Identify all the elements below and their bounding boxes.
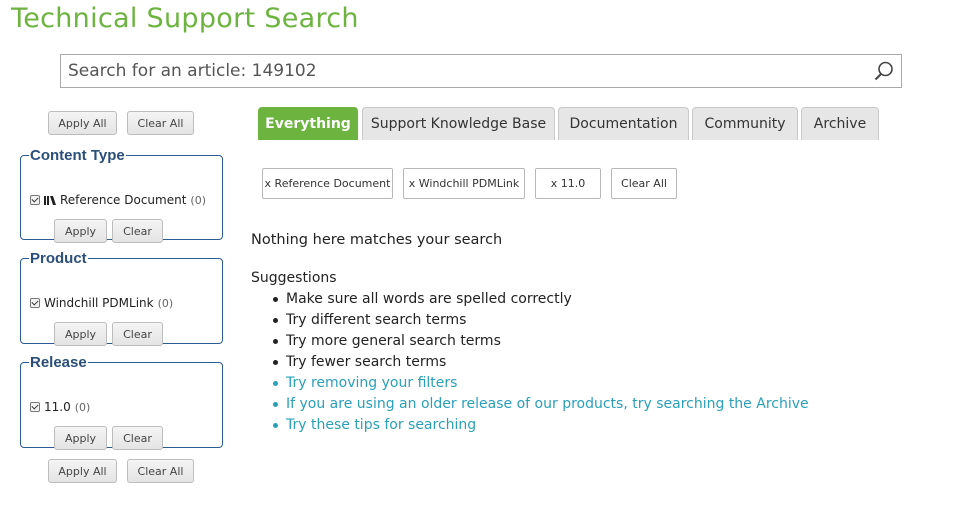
facet-content-type: Content Type Reference Document (0) Appl…	[20, 147, 223, 243]
suggestions-list: Make sure all words are spelled correctl…	[251, 289, 809, 436]
facet-option-label: Reference Document	[60, 193, 187, 207]
suggestion-item: Try more general search terms	[251, 331, 809, 352]
suggestion-item: Make sure all words are spelled correctl…	[251, 289, 809, 310]
no-results-message: Nothing here matches your search	[251, 232, 503, 248]
facet-release: Release 11.0 (0) Apply Clear	[20, 354, 223, 450]
clear-all-button-top[interactable]: Clear All	[127, 111, 194, 135]
search-icon[interactable]	[873, 60, 895, 82]
facet-legend-release: Release	[30, 354, 87, 371]
apply-button-release[interactable]: Apply	[54, 426, 107, 450]
suggestion-link-search-archive[interactable]: If you are using an older release of our…	[251, 394, 809, 415]
apply-button-content-type[interactable]: Apply	[54, 219, 107, 243]
apply-all-button-bottom[interactable]: Apply All	[48, 459, 117, 483]
facet-option-label: 11.0	[44, 400, 71, 414]
suggestion-item: Try different search terms	[251, 310, 809, 331]
facet-option-count: (0)	[190, 193, 207, 207]
facet-option-count: (0)	[157, 296, 174, 310]
search-box	[60, 54, 902, 88]
checkbox-windchill-pdmlink[interactable]	[30, 298, 40, 308]
tab-documentation[interactable]: Documentation	[558, 107, 689, 140]
checkbox-release-11[interactable]	[30, 402, 40, 412]
apply-button-product[interactable]: Apply	[54, 322, 107, 346]
checkbox-reference-document[interactable]	[30, 195, 40, 205]
clear-all-button-bottom[interactable]: Clear All	[127, 459, 194, 483]
tab-community[interactable]: Community	[692, 107, 798, 140]
facet-option-release-11[interactable]: 11.0 (0)	[30, 400, 90, 414]
tab-support-knowledge-base[interactable]: Support Knowledge Base	[362, 107, 555, 140]
facet-option-windchill-pdmlink[interactable]: Windchill PDMLink (0)	[30, 296, 173, 310]
suggestion-link-search-tips[interactable]: Try these tips for searching	[251, 415, 809, 436]
facet-legend-content-type: Content Type	[30, 147, 125, 164]
facet-option-count: (0)	[74, 400, 91, 414]
filter-chip-clear-all[interactable]: Clear All	[611, 168, 677, 199]
page-title: Technical Support Search	[11, 3, 359, 34]
clear-button-release[interactable]: Clear	[112, 426, 163, 450]
facet-option-reference-document[interactable]: Reference Document (0)	[30, 193, 206, 207]
suggestions-title: Suggestions	[251, 270, 337, 286]
tab-everything[interactable]: Everything	[258, 107, 358, 140]
search-input[interactable]	[61, 55, 861, 87]
suggestion-link-remove-filters[interactable]: Try removing your filters	[251, 373, 809, 394]
filter-chip-windchill-pdmlink[interactable]: x Windchill PDMLink	[403, 168, 525, 199]
facet-product: Product Windchill PDMLink (0) Apply Clea…	[20, 250, 223, 346]
clear-button-content-type[interactable]: Clear	[112, 219, 163, 243]
suggestion-item: Try fewer search terms	[251, 352, 809, 373]
clear-button-product[interactable]: Clear	[112, 322, 163, 346]
document-icon	[44, 196, 56, 205]
facet-option-label: Windchill PDMLink	[44, 296, 154, 310]
filter-chip-reference-document[interactable]: x Reference Document	[262, 168, 393, 199]
facet-legend-product: Product	[30, 250, 87, 267]
tab-archive[interactable]: Archive	[801, 107, 879, 140]
filter-chip-release-11[interactable]: x 11.0	[535, 168, 601, 199]
apply-all-button-top[interactable]: Apply All	[48, 111, 117, 135]
